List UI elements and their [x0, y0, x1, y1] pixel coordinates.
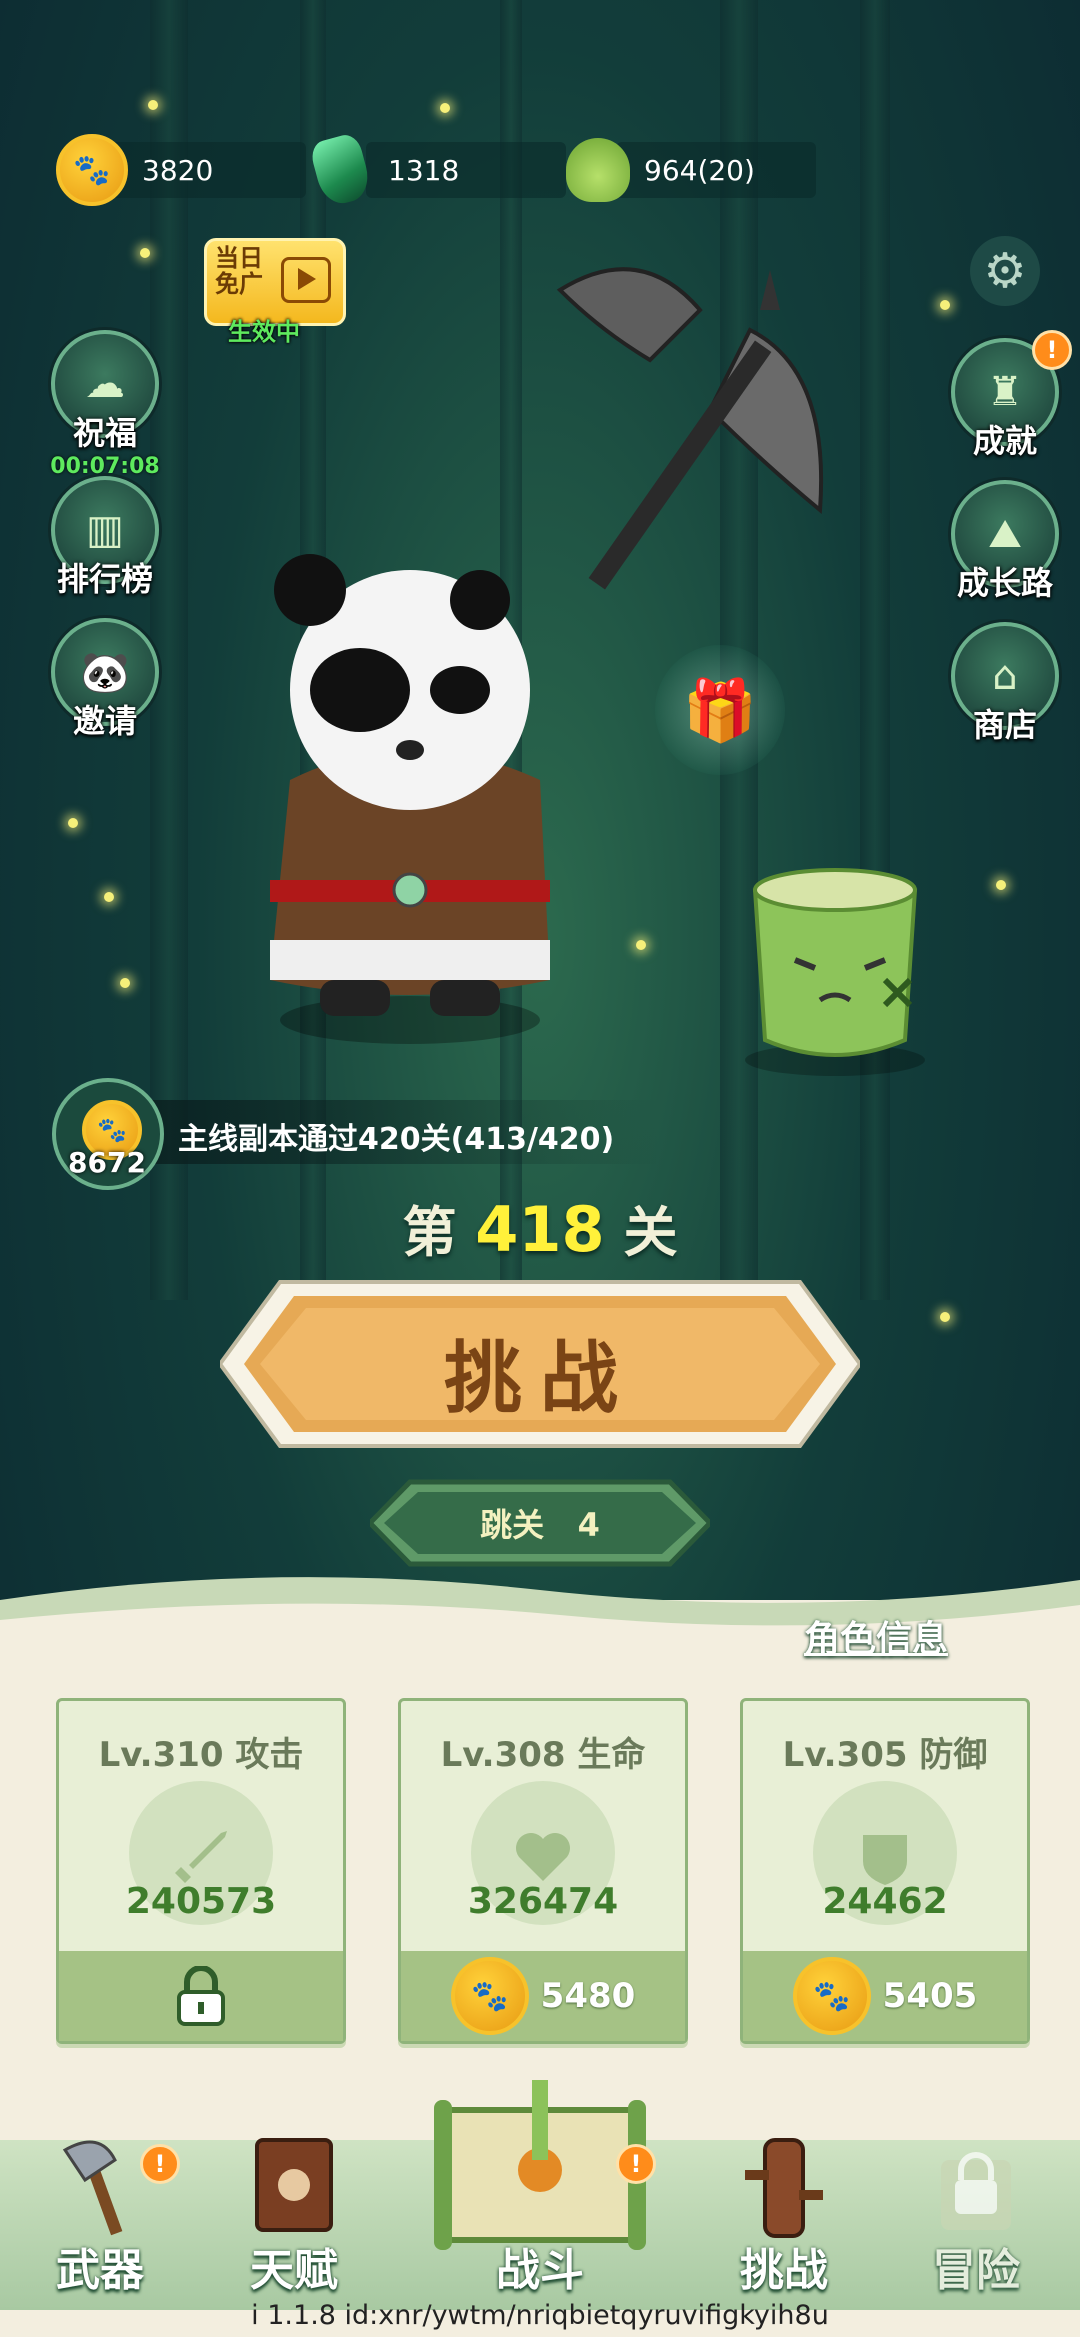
skip-count: 4 [577, 1506, 600, 1544]
shield-icon [863, 1835, 907, 1885]
stage-suffix: 关 [623, 1201, 678, 1264]
defense-upgrade-button[interactable]: 🐾 5405 [743, 1951, 1027, 2041]
attack-value: 240573 [125, 1881, 277, 1922]
nav-talent-label: 天赋 [250, 2245, 338, 2296]
health-upgrade-button[interactable]: 🐾 5480 [401, 1951, 685, 2041]
free-ad-status: 生效中 [228, 318, 300, 346]
stage-number: 418 [475, 1193, 605, 1266]
version-id-text: i 1.1.8 id:xnr/ywtm/nriqbietqyruvifigkyi… [251, 2300, 829, 2331]
shop-label: 商店 [972, 706, 1037, 744]
nav-weapon[interactable]: ! 武器 [10, 2130, 190, 2310]
role-info-link[interactable]: 角色信息 [804, 1610, 948, 1662]
challenge-button[interactable]: 挑战 [217, 1276, 863, 1452]
bamboo-stump-enemy [745, 868, 925, 1076]
growth-road-label: 成长路 [956, 564, 1053, 602]
talent-book-icon [255, 2138, 333, 2232]
paw-coin-counter: 🐾 3820 [56, 130, 306, 210]
lock-icon [177, 1966, 225, 2026]
nav-battle[interactable]: ! 战斗 [420, 2070, 660, 2320]
achievement-alert-badge: ! [1032, 330, 1072, 370]
gift-box-button[interactable]: 🎁 [655, 645, 785, 775]
paw-coin-icon: 🐾 [56, 134, 128, 206]
attack-level: Lv.310 攻击 [98, 1735, 304, 1775]
gift-icon: 🎁 [682, 675, 758, 746]
health-upgrade-cost: 5480 [540, 1976, 636, 2016]
weapon-alert-badge: ! [140, 2144, 180, 2184]
battle-alert-badge: ! [616, 2144, 656, 2184]
panda-warrior-character [270, 554, 550, 1044]
growth-road-button[interactable]: ⛰ 成长路 [950, 480, 1060, 604]
defense-level: Lv.305 防御 [782, 1735, 988, 1775]
wooden-dummy-icon [745, 2138, 823, 2238]
achievement-button[interactable]: ♜ 成就 ! [950, 330, 1072, 462]
health-stat-card[interactable]: Lv.308 生命 326474 🐾 5480 [398, 1698, 688, 2044]
paw-coin-value: 3820 [142, 153, 214, 187]
blessing-button[interactable]: ☁ 祝福 00:07:08 [50, 330, 160, 479]
skip-level-button[interactable]: 跳关 4 [366, 1478, 714, 1568]
locked-scroll-icon [941, 2152, 1011, 2230]
nav-adventure[interactable]: 冒险 [886, 2130, 1066, 2310]
shop-button[interactable]: ⌂ 商店 [950, 622, 1060, 746]
invite-button[interactable]: 🐼 邀请 [50, 618, 160, 742]
skip-label: 跳关 4 [370, 1500, 710, 1546]
nav-weapon-label: 武器 [56, 2245, 144, 2296]
bamboo-sprout-icon [566, 138, 630, 202]
skip-text: 跳关 [480, 1506, 545, 1544]
defense-upgrade-cost: 5405 [882, 1976, 978, 2016]
play-icon [281, 257, 331, 303]
health-value: 326474 [467, 1881, 619, 1922]
axe-icon [62, 2140, 123, 2236]
leaderboard-label: 排行榜 [56, 560, 153, 598]
challenge-label: 挑战 [443, 1334, 636, 1424]
quest-reward-count: 8672 [68, 1146, 146, 1179]
quest-text: 主线副本通过420关(413/420) [178, 1122, 615, 1157]
gem-value: 1318 [388, 153, 460, 187]
gear-icon: ⚙ [983, 243, 1027, 299]
defense-value: 24462 [822, 1881, 948, 1922]
nav-challenge[interactable]: 挑战 [694, 2130, 874, 2310]
gem-icon [308, 131, 374, 209]
invite-label: 邀请 [72, 702, 137, 740]
sprout-value: 964(20) [644, 153, 755, 187]
paw-coin-icon: 🐾 [450, 1957, 529, 2035]
sword-icon [175, 1831, 227, 1883]
nav-adventure-label: 冒险 [932, 2245, 1020, 2296]
blessing-label: 祝福 [72, 414, 137, 452]
attack-upgrade-button[interactable] [59, 1951, 343, 2041]
gem-counter: 1318 [308, 130, 566, 210]
health-level: Lv.308 生命 [440, 1735, 646, 1775]
defense-stat-card[interactable]: Lv.305 防御 24462 🐾 5405 [740, 1698, 1030, 2044]
stage-prefix: 第 [402, 1201, 457, 1264]
free-ad-text: 当日免广 [215, 244, 263, 298]
heart-icon [516, 1833, 570, 1881]
attack-stat-card[interactable]: Lv.310 攻击 240573 [56, 1698, 346, 2044]
achievement-label: 成就 [972, 422, 1037, 460]
settings-button[interactable]: ⚙ [970, 236, 1040, 306]
nav-challenge-label: 挑战 [740, 2245, 828, 2296]
nav-talent[interactable]: 天赋 [204, 2130, 384, 2310]
leaderboard-button[interactable]: ▥ 排行榜 [50, 476, 160, 600]
stage-title: 第 418 关 [0, 1188, 1080, 1267]
sprout-counter: 964(20) [566, 130, 816, 210]
paw-coin-icon: 🐾 [792, 1957, 871, 2035]
